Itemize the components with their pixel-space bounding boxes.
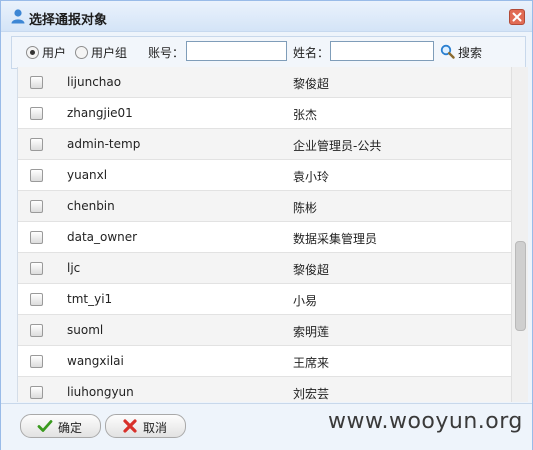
user-list-rows: lijunchao 黎俊超 zhangjie01 张杰 admin-temp 企业管理员-…: [18, 67, 512, 402]
close-button[interactable]: [509, 9, 525, 25]
search-label: 搜索: [458, 46, 483, 60]
row-account: zhangjie01: [67, 106, 133, 120]
row-name: 索明莲: [293, 325, 330, 339]
row-account: tmt_yi1: [67, 292, 113, 306]
row-name: 小易: [293, 294, 318, 308]
row-account: wangxilai: [67, 354, 124, 368]
row-checkbox[interactable]: [30, 138, 43, 151]
list-scrollbar[interactable]: [511, 67, 528, 402]
radio-user-label[interactable]: 用户: [42, 44, 66, 61]
cancel-icon: [123, 419, 137, 433]
row-account: suoml: [67, 323, 104, 337]
row-checkbox[interactable]: [30, 200, 43, 213]
close-icon: [512, 12, 522, 22]
row-checkbox[interactable]: [30, 169, 43, 182]
cancel-label: 取消: [143, 421, 168, 435]
table-row[interactable]: admin-temp 企业管理员-公共: [18, 129, 512, 160]
scrollbar-thumb[interactable]: [515, 241, 526, 331]
row-checkbox[interactable]: [30, 324, 43, 337]
row-account: yuanxl: [67, 168, 108, 182]
table-row[interactable]: ljc 黎俊超: [18, 253, 512, 284]
check-icon: [37, 420, 53, 432]
table-row[interactable]: zhangjie01 张杰: [18, 98, 512, 129]
watermark-text: www.wooyun.org: [328, 409, 523, 434]
row-name: 黎俊超: [293, 77, 330, 91]
table-row[interactable]: data_owner 数据采集管理员: [18, 222, 512, 253]
row-checkbox[interactable]: [30, 262, 43, 275]
row-account: admin-temp: [67, 137, 141, 151]
row-account: chenbin: [67, 199, 115, 213]
row-name: 袁小玲: [293, 170, 330, 184]
ok-label: 确定: [58, 421, 83, 435]
row-name: 陈彬: [293, 201, 318, 215]
table-row[interactable]: suoml 索明莲: [18, 315, 512, 346]
table-row[interactable]: tmt_yi1 小易: [18, 284, 512, 315]
user-icon: [11, 9, 25, 24]
radio-usergroup[interactable]: [75, 46, 88, 59]
row-account: ljc: [67, 261, 81, 275]
select-recipient-dialog: 选择通报对象 用户 用户组 账号： 姓名： 搜索 lijunchao 黎俊超 zha…: [0, 0, 533, 450]
row-name: 王席来: [293, 356, 330, 370]
filter-bar: 用户 用户组 账号： 姓名： 搜索: [11, 36, 526, 69]
radio-usergroup-label[interactable]: 用户组: [91, 44, 127, 61]
name-label: 姓名：: [293, 46, 330, 60]
row-name: 刘宏芸: [293, 387, 330, 401]
table-row[interactable]: chenbin 陈彬: [18, 191, 512, 222]
dialog-titlebar[interactable]: 选择通报对象: [1, 1, 532, 32]
table-row[interactable]: yuanxl 袁小玲: [18, 160, 512, 191]
radio-user[interactable]: [26, 46, 39, 59]
row-account: data_owner: [67, 230, 138, 244]
name-input[interactable]: [330, 41, 434, 61]
row-name: 张杰: [293, 108, 318, 122]
row-checkbox[interactable]: [30, 386, 43, 399]
table-row[interactable]: lijunchao 黎俊超: [18, 67, 512, 98]
table-row[interactable]: wangxilai 王席来: [18, 346, 512, 377]
row-name: 数据采集管理员: [293, 232, 378, 246]
row-account: liuhongyun: [67, 385, 134, 399]
row-name: 企业管理员-公共: [293, 139, 382, 153]
search-icon: [440, 44, 455, 59]
user-list: lijunchao 黎俊超 zhangjie01 张杰 admin-temp 企业管理员-…: [17, 67, 512, 402]
table-row[interactable]: liuhongyun 刘宏芸: [18, 377, 512, 402]
row-account: lijunchao: [67, 75, 122, 89]
row-checkbox[interactable]: [30, 76, 43, 89]
row-name: 黎俊超: [293, 263, 330, 277]
dialog-title: 选择通报对象: [29, 13, 108, 28]
cancel-button[interactable]: 取消: [105, 414, 186, 438]
row-checkbox[interactable]: [30, 107, 43, 120]
ok-button[interactable]: 确定: [20, 414, 101, 438]
account-input[interactable]: [186, 41, 287, 61]
row-checkbox[interactable]: [30, 293, 43, 306]
row-checkbox[interactable]: [30, 231, 43, 244]
row-checkbox[interactable]: [30, 355, 43, 368]
account-label: 账号：: [148, 46, 185, 60]
